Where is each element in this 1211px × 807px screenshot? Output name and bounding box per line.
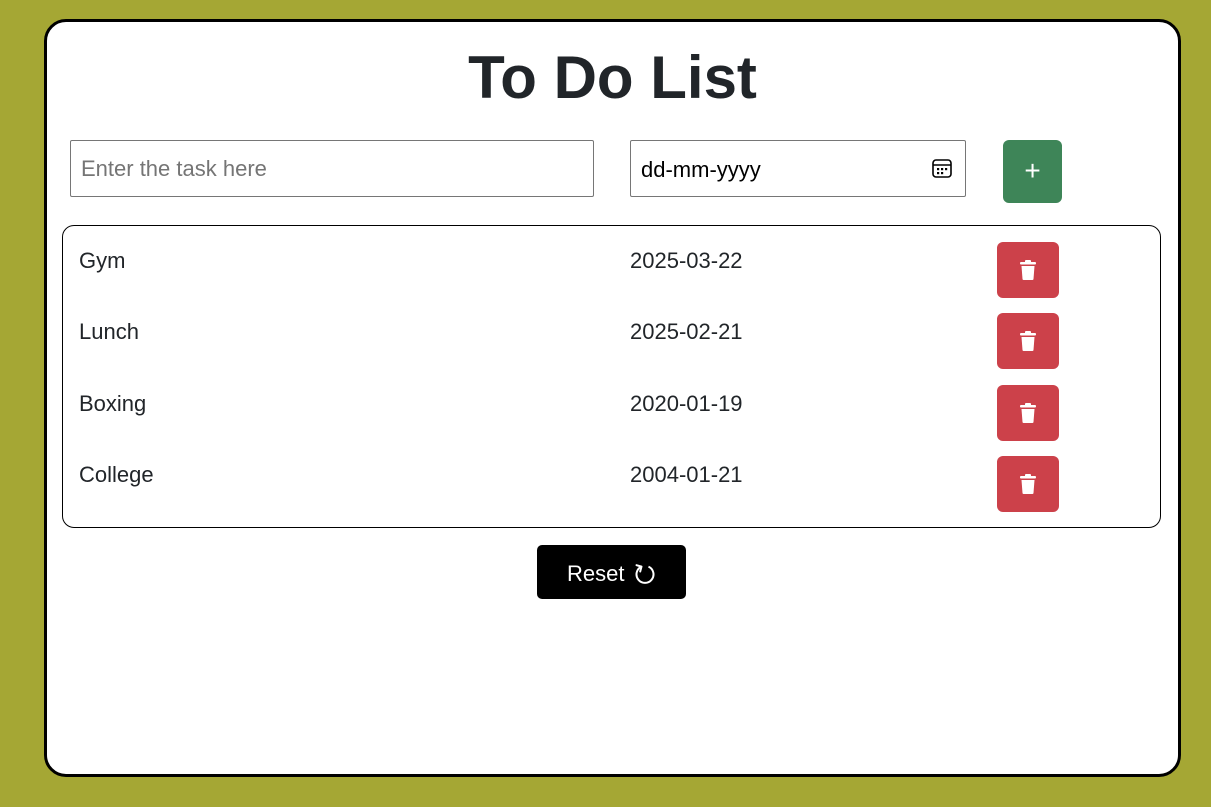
refresh-icon bbox=[635, 564, 655, 584]
trash-icon bbox=[1020, 474, 1036, 494]
task-date: 2004-01-21 bbox=[630, 462, 743, 487]
plus-icon: + bbox=[1024, 155, 1041, 186]
task-date: 2020-01-19 bbox=[630, 391, 743, 416]
task-name: Lunch bbox=[79, 319, 139, 344]
reset-label: Reset bbox=[567, 561, 625, 586]
delete-task-button[interactable] bbox=[997, 313, 1059, 369]
add-task-button[interactable]: + bbox=[1003, 140, 1062, 203]
date-placeholder: dd-mm-yyyy bbox=[641, 157, 761, 182]
task-name: Gym bbox=[79, 248, 126, 273]
trash-icon bbox=[1020, 331, 1036, 351]
trash-icon bbox=[1020, 260, 1036, 280]
page-title: To Do List bbox=[468, 44, 757, 111]
calendar-icon[interactable] bbox=[931, 157, 953, 179]
reset-button[interactable]: Reset bbox=[537, 545, 686, 599]
list-item: Boxing 2020-01-19 bbox=[63, 385, 1160, 441]
task-list: Gym 2025-03-22 Lunch 2025-02-21 Boxing 2… bbox=[62, 225, 1161, 528]
delete-task-button[interactable] bbox=[997, 242, 1059, 298]
task-date: 2025-02-21 bbox=[630, 319, 743, 344]
list-item: Lunch 2025-02-21 bbox=[63, 313, 1160, 369]
delete-task-button[interactable] bbox=[997, 385, 1059, 441]
task-date: 2025-03-22 bbox=[630, 248, 743, 273]
date-input[interactable]: dd-mm-yyyy bbox=[630, 140, 966, 197]
task-input[interactable] bbox=[70, 140, 594, 197]
delete-task-button[interactable] bbox=[997, 456, 1059, 512]
task-name: College bbox=[79, 462, 154, 487]
todo-card: To Do List dd-mm-yyyy + Gym 2025-03-22 bbox=[44, 19, 1181, 777]
trash-icon bbox=[1020, 403, 1036, 423]
task-name: Boxing bbox=[79, 391, 147, 416]
list-item: Gym 2025-03-22 bbox=[63, 242, 1160, 298]
list-item: College 2004-01-21 bbox=[63, 456, 1160, 512]
